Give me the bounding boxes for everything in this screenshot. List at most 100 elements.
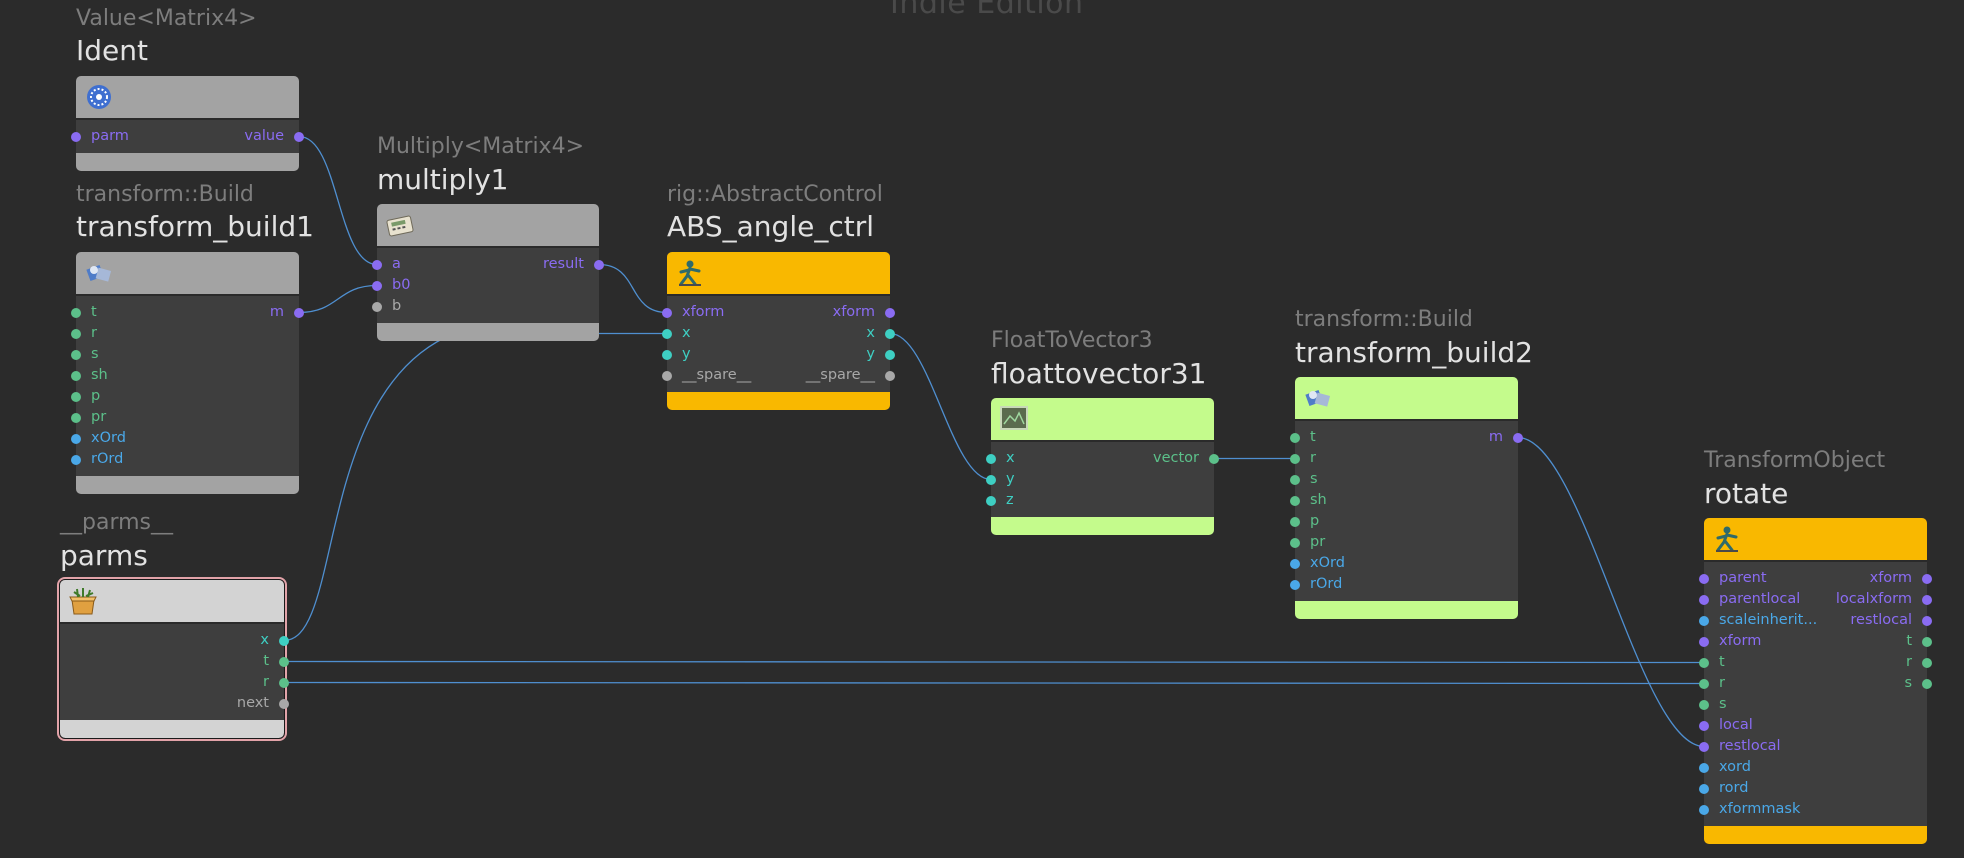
output-port-result[interactable] (594, 259, 604, 270)
input-label-s: s (1719, 696, 1727, 712)
output-port-spare[interactable] (885, 370, 895, 381)
node-footer (377, 323, 599, 341)
input-port-a[interactable] (372, 259, 382, 270)
input-port-pr[interactable] (71, 412, 81, 423)
input-port-restlocal[interactable] (1699, 741, 1709, 752)
output-port-value[interactable] (294, 131, 304, 142)
output-port-x[interactable] (885, 328, 895, 339)
output-port-localxform[interactable] (1922, 594, 1932, 605)
edition-watermark: Indie Edition (890, 0, 1084, 21)
input-port-y[interactable] (662, 349, 672, 360)
input-port-xOrd[interactable] (71, 433, 81, 444)
input-port-rord[interactable] (1699, 783, 1709, 794)
input-port-s[interactable] (1290, 474, 1300, 485)
wire-build2-m-to-rotate-restlocal[interactable] (1517, 436, 1705, 748)
input-port-b[interactable] (372, 301, 382, 312)
input-port-xform[interactable] (1699, 636, 1709, 647)
floattovector31-node[interactable]: x vector y z (991, 398, 1214, 535)
ident-node[interactable]: parm value (76, 76, 299, 171)
transform-build1-node[interactable]: t m r s sh p pr xOrd rOrd (76, 252, 299, 494)
wire-parms-x-to-ctrl-x[interactable] (283, 332, 667, 642)
input-port-pr[interactable] (1290, 537, 1300, 548)
input-port-xord[interactable] (1699, 762, 1709, 773)
abs-angle-ctrl-node[interactable]: xform xform x x y y __spare__ __spare__ (667, 252, 890, 410)
ident-name-label[interactable]: Ident (76, 34, 148, 67)
input-port-r[interactable] (71, 328, 81, 339)
input-port-parm[interactable] (71, 131, 81, 142)
rotate-name-label[interactable]: rotate (1704, 477, 1788, 510)
input-port-t[interactable] (1290, 432, 1300, 443)
transform-build1-name-label[interactable]: transform_build1 (76, 210, 314, 243)
input-port-scaleinherit[interactable] (1699, 615, 1709, 626)
wire-multiply-result-to-ctrl-xform[interactable] (598, 263, 668, 314)
rotate-node[interactable]: parent xform parentlocal localxform scaleinh… (1704, 518, 1927, 844)
input-port-t[interactable] (71, 307, 81, 318)
input-port-r[interactable] (1699, 678, 1709, 689)
input-port-x[interactable] (662, 328, 672, 339)
input-port-sh[interactable] (1290, 495, 1300, 506)
parms-name-label[interactable]: parms (60, 539, 148, 572)
output-label-x: x (260, 632, 269, 648)
input-label-p: p (91, 388, 101, 404)
output-port-s[interactable] (1922, 678, 1932, 689)
output-port-x[interactable] (279, 635, 289, 646)
node-footer (60, 720, 284, 738)
input-port-s[interactable] (1699, 699, 1709, 710)
input-port-parentlocal[interactable] (1699, 594, 1709, 605)
multiply1-node[interactable]: a result b0 b (377, 204, 599, 341)
output-label-m: m (1488, 429, 1503, 445)
input-port-p[interactable] (71, 391, 81, 402)
output-port-r[interactable] (279, 677, 289, 688)
node-graph-canvas[interactable]: Indie Edition Value<Matrix4> Ident parm val… (0, 0, 1964, 858)
node-header[interactable] (991, 398, 1214, 442)
input-port-spare[interactable] (662, 370, 672, 381)
node-header[interactable] (60, 580, 284, 624)
output-port-m[interactable] (1513, 432, 1523, 443)
node-header[interactable] (76, 76, 299, 120)
output-port-next[interactable] (279, 698, 289, 709)
output-port-restlocal[interactable] (1922, 615, 1932, 626)
output-port-y[interactable] (885, 349, 895, 360)
input-port-xOrd[interactable] (1290, 558, 1300, 569)
input-port-x[interactable] (986, 453, 996, 464)
node-header[interactable] (377, 204, 599, 248)
transform-build2-node[interactable]: t m r s sh p pr xOrd rOrd (1295, 377, 1518, 619)
output-port-m[interactable] (294, 307, 304, 318)
input-port-b0[interactable] (372, 280, 382, 291)
input-port-rOrd[interactable] (71, 454, 81, 465)
wire-ctrl-x-to-floattovector-y[interactable] (889, 332, 992, 481)
transform-build2-name-label[interactable]: transform_build2 (1295, 336, 1533, 369)
input-port-parent[interactable] (1699, 573, 1709, 584)
input-port-p[interactable] (1290, 516, 1300, 527)
node-header[interactable] (667, 252, 890, 296)
output-port-t[interactable] (1922, 636, 1932, 647)
multiply1-name-label[interactable]: multiply1 (377, 163, 509, 196)
output-port-t[interactable] (279, 656, 289, 667)
input-port-xform[interactable] (662, 307, 672, 318)
input-port-t[interactable] (1699, 657, 1709, 668)
wire-build1-m-to-multiply-b0[interactable] (298, 284, 378, 314)
output-port-vector[interactable] (1209, 453, 1219, 464)
input-port-z[interactable] (986, 495, 996, 506)
input-port-local[interactable] (1699, 720, 1709, 731)
input-port-xformmask[interactable] (1699, 804, 1709, 815)
parms-node[interactable]: x t r next (59, 579, 285, 739)
output-port-r[interactable] (1922, 657, 1932, 668)
wire-ident-value-to-multiply-a[interactable] (298, 135, 378, 266)
input-port-rOrd[interactable] (1290, 579, 1300, 590)
node-header[interactable] (76, 252, 299, 296)
output-label-restlocal: restlocal (1850, 612, 1912, 628)
abs-angle-ctrl-name-label[interactable]: ABS_angle_ctrl (667, 210, 874, 243)
output-label-xform: xform (1869, 570, 1912, 586)
input-port-sh[interactable] (71, 370, 81, 381)
node-header[interactable] (1704, 518, 1927, 562)
floattovector31-name-label[interactable]: floattovector31 (991, 357, 1206, 390)
wire-parms-r-to-rotate-r[interactable] (283, 681, 1705, 685)
output-port-xform[interactable] (1922, 573, 1932, 584)
output-port-xform[interactable] (885, 307, 895, 318)
node-header[interactable] (1295, 377, 1518, 421)
input-port-y[interactable] (986, 474, 996, 485)
wire-parms-t-to-rotate-t[interactable] (283, 660, 1705, 664)
input-port-s[interactable] (71, 349, 81, 360)
input-port-r[interactable] (1290, 453, 1300, 464)
